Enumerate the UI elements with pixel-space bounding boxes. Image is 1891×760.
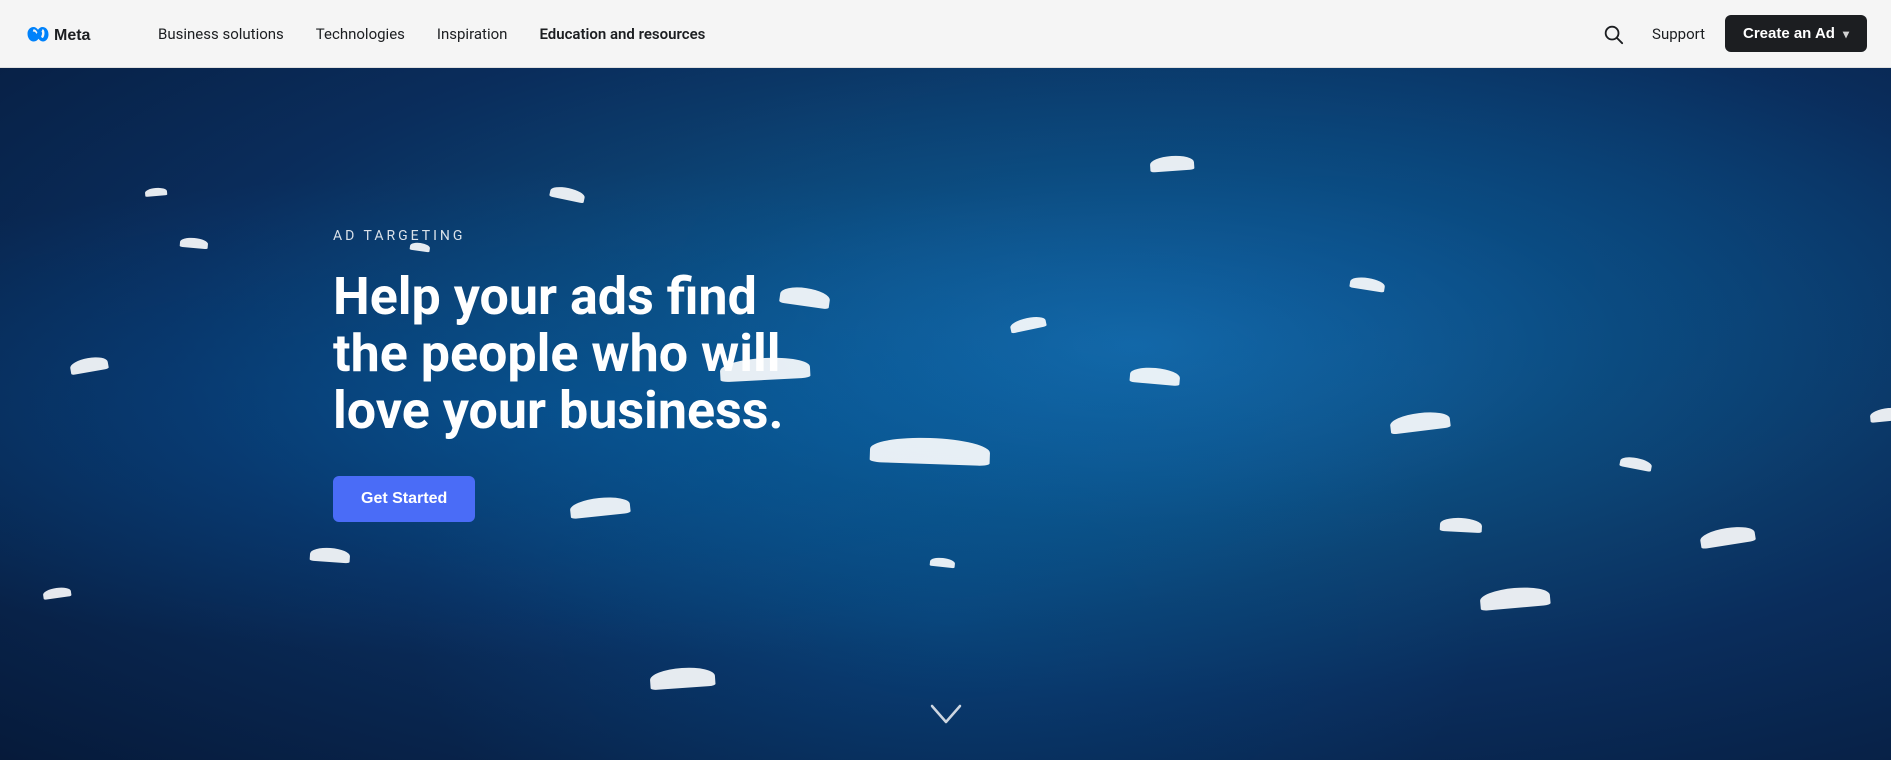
- search-icon: [1602, 23, 1624, 45]
- navbar: Meta Business solutions Technologies Ins…: [0, 0, 1891, 68]
- nav-business-solutions[interactable]: Business solutions: [146, 17, 296, 51]
- chevron-down-icon: ▾: [1843, 27, 1849, 41]
- hero-content: Ad targeting Help your ads find the peop…: [333, 228, 833, 522]
- meta-logo[interactable]: Meta: [24, 22, 106, 46]
- navbar-right: Support Create an Ad ▾: [1594, 15, 1867, 53]
- svg-text:Meta: Meta: [54, 27, 91, 44]
- search-button[interactable]: [1594, 15, 1632, 53]
- hero-title: Help your ads find the people who will l…: [333, 268, 833, 440]
- nav-links: Business solutions Technologies Inspirat…: [146, 17, 1594, 51]
- nav-inspiration[interactable]: Inspiration: [425, 17, 520, 51]
- hero-label: Ad targeting: [333, 228, 833, 244]
- nav-education-resources[interactable]: Education and resources: [527, 17, 717, 51]
- create-ad-button[interactable]: Create an Ad ▾: [1725, 15, 1867, 52]
- ocean-overlay: [0, 68, 1891, 760]
- chevron-down-scroll-icon: [930, 704, 962, 726]
- scroll-down-chevron[interactable]: [930, 704, 962, 732]
- get-started-button[interactable]: Get Started: [333, 476, 475, 522]
- create-ad-label: Create an Ad: [1743, 25, 1835, 42]
- hero-section: Ad targeting Help your ads find the peop…: [0, 68, 1891, 760]
- meta-logo-svg: Meta: [24, 22, 106, 46]
- support-link[interactable]: Support: [1652, 25, 1705, 43]
- nav-technologies[interactable]: Technologies: [304, 17, 417, 51]
